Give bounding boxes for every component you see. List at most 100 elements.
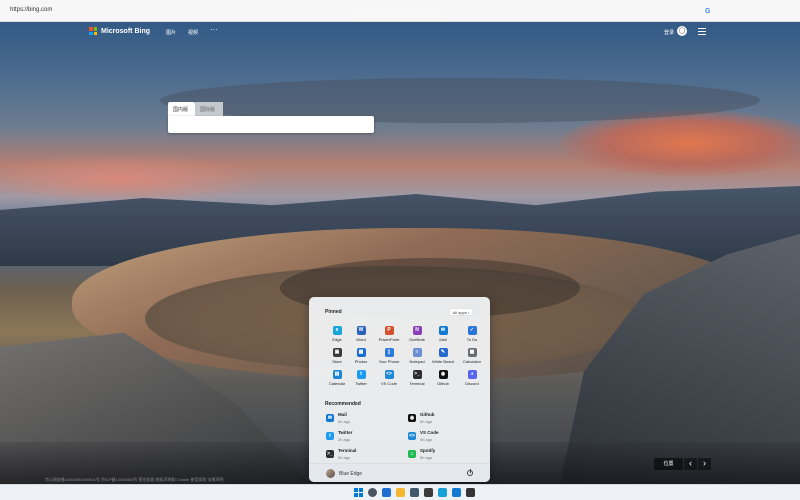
pinned-app-white-board[interactable]: ✎ White Board xyxy=(431,348,455,368)
pinned-app-calendar[interactable]: ▤ Calendar xyxy=(325,370,349,390)
recommended-title: Recommended xyxy=(325,401,361,407)
recommended-item-mail[interactable]: ✉ Mail 5h ago xyxy=(326,412,391,428)
terminal-icon: >_ xyxy=(412,370,422,379)
brand-text: Microsoft Bing xyxy=(101,27,150,35)
google-icon[interactable]: G xyxy=(705,8,710,15)
pinned-app-powerpoint[interactable]: P PowerPoint xyxy=(377,326,401,346)
recommended-item-twitter[interactable]: t Twitter 2h ago xyxy=(326,430,391,446)
tab-international[interactable]: 国际版 xyxy=(195,102,223,116)
recommended-title: Github xyxy=(420,412,435,417)
edge-icon: e xyxy=(332,326,342,335)
pinned-app-notepad[interactable]: ≡ Notepad xyxy=(405,348,429,368)
phone-icon: ▯ xyxy=(384,348,394,357)
pinned-app-to-do[interactable]: ✓ To Do xyxy=(460,326,484,346)
app-label: Store xyxy=(332,359,342,364)
bing-logo[interactable]: Microsoft Bing xyxy=(89,27,150,35)
nav-images[interactable]: 图片 xyxy=(166,29,176,36)
microsoft-logo-icon xyxy=(89,27,97,35)
recommended-item-vs-code[interactable]: <> VS Code 4h ago xyxy=(408,430,473,446)
pinned-title: Pinned xyxy=(325,309,342,315)
mail-icon[interactable] xyxy=(452,488,461,497)
pinned-app-vs-code[interactable]: <> VS Code xyxy=(377,370,401,390)
footer-links[interactable]: 京公网安备11000002000001号 京ICP备10036305号 营业执照… xyxy=(45,477,565,483)
file-icon[interactable] xyxy=(466,488,475,497)
app-label: Your Phone xyxy=(378,359,400,364)
app-label: PowerPoint xyxy=(378,337,400,342)
nav-videos[interactable]: 视频 xyxy=(188,29,198,36)
app-label: OneNote xyxy=(408,337,425,342)
power-icon[interactable] xyxy=(467,469,473,476)
more-menu[interactable]: ··· xyxy=(210,26,218,34)
location-button[interactable]: 位置 xyxy=(654,458,683,470)
pinned-app-your-phone[interactable]: ▯ Your Phone xyxy=(377,348,401,368)
settings-icon[interactable] xyxy=(410,488,419,497)
edge-icon[interactable] xyxy=(438,488,447,497)
powerpoint-icon: P xyxy=(384,326,394,335)
app-label: Github xyxy=(437,381,449,386)
search-input[interactable] xyxy=(168,116,374,133)
app-label: Mail xyxy=(439,337,447,342)
windows-start-icon[interactable] xyxy=(354,488,363,497)
notepad-icon: ≡ xyxy=(412,348,422,357)
recommended-title: Terminal xyxy=(338,448,357,453)
tab-domestic[interactable]: 国内版 xyxy=(168,102,195,116)
bing-header: Microsoft Bing 图片 视频 ··· 登录 ◯ xyxy=(0,23,800,41)
pinned-app-onenote[interactable]: N OneNote xyxy=(405,326,429,346)
all-apps-button[interactable]: All apps › xyxy=(449,308,473,316)
next-image-button[interactable]: › xyxy=(698,458,711,470)
calendar-icon: ▤ xyxy=(332,370,342,379)
recommended-time: 4h ago xyxy=(420,437,433,442)
discord-icon: ◕ xyxy=(467,370,477,379)
app-label: Edge xyxy=(332,337,342,342)
todo-icon: ✓ xyxy=(467,326,477,335)
recommended-item-github[interactable]: ◉ Github 5h ago xyxy=(408,412,473,428)
app-label: White Board xyxy=(431,359,454,364)
pinned-app-twitter[interactable]: t Twitter xyxy=(349,370,373,390)
menu-icon[interactable] xyxy=(698,28,706,35)
app-label: VS Code xyxy=(380,381,397,386)
recommended-time: 5h ago xyxy=(338,455,351,460)
recommended-title: Mail xyxy=(338,412,347,417)
previous-image-button[interactable]: ‹ xyxy=(684,458,697,470)
windows-taskbar xyxy=(0,484,800,500)
app-label: Twitter xyxy=(355,381,367,386)
github-icon: ◉ xyxy=(408,414,416,422)
recommended-time: 5h ago xyxy=(420,419,433,424)
sign-in-link[interactable]: 登录 xyxy=(664,29,674,36)
word-icon: W xyxy=(356,326,366,335)
recommended-item-spotify[interactable]: ♫ Spotify 5h ago xyxy=(408,448,473,464)
widgets-icon[interactable] xyxy=(382,488,391,497)
onenote-icon: N xyxy=(412,326,422,335)
pinned-app-word[interactable]: W Word xyxy=(349,326,373,346)
recommended-title: VS Code xyxy=(420,430,439,435)
app-label: Photos xyxy=(354,359,368,364)
pinned-app-terminal[interactable]: >_ Terminal xyxy=(405,370,429,390)
recommended-time: 5h ago xyxy=(338,419,351,424)
vscode-icon: <> xyxy=(408,432,416,440)
recommended-item-terminal[interactable]: >_ Terminal 5h ago xyxy=(326,448,391,464)
photos-icon: ▦ xyxy=(356,348,366,357)
folder-icon[interactable] xyxy=(396,488,405,497)
pinned-app-edge[interactable]: e Edge xyxy=(325,326,349,346)
pinned-app-discord[interactable]: ◕ Discord xyxy=(460,370,484,390)
pinned-app-store[interactable]: ▣ Store xyxy=(325,348,349,368)
pinned-app-mail[interactable]: ✉ Mail xyxy=(431,326,455,346)
terminal-icon: >_ xyxy=(326,450,334,458)
account-icon[interactable]: ◯ xyxy=(677,26,687,36)
mail-icon: ✉ xyxy=(326,414,334,422)
search-icon[interactable] xyxy=(368,488,377,497)
mail-icon: ✉ xyxy=(438,326,448,335)
left-sky-glow xyxy=(0,154,270,204)
spotify-icon: ♫ xyxy=(408,450,416,458)
whiteboard-icon: ✎ xyxy=(438,348,448,357)
github-icon: ◉ xyxy=(438,370,448,379)
pinned-app-calculator[interactable]: ▦ Calculator xyxy=(460,348,484,368)
recommended-time: 5h ago xyxy=(420,455,433,460)
twitter-icon: t xyxy=(356,370,366,379)
pinned-app-photos[interactable]: ▦ Photos xyxy=(349,348,373,368)
store-icon[interactable] xyxy=(424,488,433,497)
recommended-time: 2h ago xyxy=(338,437,351,442)
app-label: Discord xyxy=(465,381,479,386)
pinned-app-github[interactable]: ◉ Github xyxy=(431,370,455,390)
recommended-title: Twitter xyxy=(338,430,353,435)
